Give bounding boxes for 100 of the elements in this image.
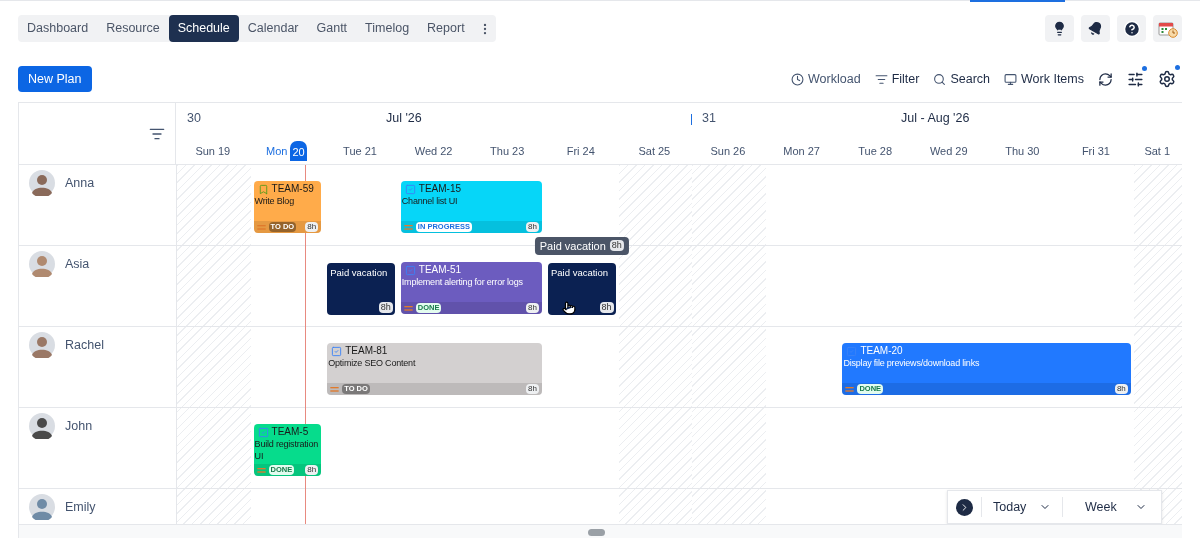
week-number: 31 bbox=[701, 109, 717, 127]
day-number: 23 bbox=[512, 143, 525, 159]
day-label: Wed bbox=[929, 143, 953, 159]
day-label: Thu bbox=[1005, 143, 1025, 159]
day-number: 21 bbox=[364, 143, 377, 159]
filter-icon bbox=[874, 72, 888, 86]
priority-icon bbox=[256, 224, 266, 230]
priority-icon bbox=[256, 467, 266, 473]
day-label: Sun bbox=[710, 143, 731, 159]
scrollbar-thumb[interactable] bbox=[588, 529, 605, 536]
chevron-right-icon bbox=[959, 501, 970, 513]
task-key: TEAM-81 bbox=[345, 345, 388, 357]
task-title: Implement alerting for error logs bbox=[400, 276, 524, 289]
today-dropdown[interactable]: Today bbox=[982, 497, 1062, 517]
avatar bbox=[29, 332, 55, 358]
day-number: 22 bbox=[440, 143, 453, 159]
day-number: 24 bbox=[582, 143, 595, 159]
view-dropdown[interactable]: Week bbox=[1063, 497, 1159, 517]
task-key: TEAM-5 bbox=[271, 426, 309, 438]
checkbox-icon bbox=[846, 345, 858, 357]
hand-cursor-icon bbox=[562, 301, 576, 315]
day-number: 30 bbox=[1027, 143, 1040, 159]
week-label: Jul - Aug '26 bbox=[901, 109, 970, 127]
task-key: TEAM-20 bbox=[860, 345, 903, 357]
nav-tab[interactable]: Dashboard bbox=[18, 15, 98, 42]
hours-badge: 8h bbox=[526, 303, 539, 313]
checkbox-icon bbox=[404, 183, 416, 195]
person-name: Asia bbox=[65, 256, 90, 273]
hours-badge: 8h bbox=[1114, 384, 1128, 394]
nav-tab[interactable]: Timelog bbox=[356, 15, 419, 42]
priority-icon bbox=[845, 386, 855, 392]
toolbar-button[interactable]: Workload bbox=[791, 69, 861, 89]
day-label: Mon bbox=[783, 143, 805, 159]
hours-badge: 8h bbox=[305, 222, 319, 232]
day-label: Thu bbox=[490, 143, 510, 159]
day-number: 27 bbox=[807, 143, 820, 159]
help-icon bbox=[1122, 19, 1141, 38]
hours-badge: 8h bbox=[526, 384, 539, 394]
vacation-title: Paid vacation bbox=[329, 266, 389, 279]
toolbar-button[interactable]: Work Items bbox=[1004, 69, 1084, 89]
day-label: Mon bbox=[266, 143, 288, 159]
toolbar-button[interactable]: Search bbox=[933, 69, 990, 89]
day-label: Sat bbox=[1144, 143, 1161, 159]
week-label: Jul '26 bbox=[386, 109, 422, 127]
tooltip-text: Paid vacation bbox=[539, 238, 606, 254]
checkbox-icon bbox=[331, 345, 343, 357]
task-title: Channel list UI bbox=[400, 195, 459, 208]
clock-icon bbox=[791, 72, 805, 86]
priority-icon bbox=[403, 224, 413, 230]
today-badge: 20 bbox=[290, 140, 307, 161]
nav-tab[interactable]: Calendar bbox=[238, 15, 308, 42]
dropdown-value: Week bbox=[1085, 498, 1117, 516]
lightbulb-icon bbox=[1052, 21, 1067, 36]
nav-tab[interactable]: Schedule bbox=[168, 15, 239, 42]
week-number: 30 bbox=[186, 109, 202, 127]
checkbox-icon bbox=[404, 264, 416, 276]
bookmark-icon bbox=[257, 183, 269, 195]
person-name: Rachel bbox=[65, 337, 104, 354]
toolbar-button[interactable]: Filter bbox=[874, 69, 920, 89]
day-number: 29 bbox=[955, 143, 968, 159]
avatar bbox=[29, 251, 55, 277]
task-title: Write Blog bbox=[253, 195, 295, 208]
priority-icon bbox=[330, 386, 340, 392]
task-key: TEAM-51 bbox=[418, 264, 462, 276]
refresh-icon[interactable] bbox=[1098, 71, 1113, 87]
day-label: Fri bbox=[1081, 143, 1095, 159]
task-title: Display file previews/download links bbox=[842, 357, 981, 370]
person-name: Emily bbox=[65, 499, 96, 516]
day-label: Wed bbox=[414, 143, 438, 159]
day-label: Tue bbox=[343, 143, 362, 159]
nav-tab[interactable]: Gantt bbox=[307, 15, 357, 42]
avatar bbox=[29, 494, 55, 520]
next-button[interactable] bbox=[956, 498, 973, 516]
hours-badge: 8h bbox=[305, 465, 319, 475]
lightbulb-button[interactable] bbox=[1045, 15, 1074, 42]
bell-button[interactable] bbox=[1081, 15, 1110, 42]
new-plan-button[interactable]: New Plan bbox=[18, 66, 92, 92]
sliders-icon[interactable] bbox=[1127, 70, 1144, 88]
day-label: Sat bbox=[638, 143, 655, 159]
avatar bbox=[29, 413, 55, 439]
search-icon bbox=[933, 72, 947, 86]
day-label: Fri bbox=[566, 143, 580, 159]
vacation-card[interactable]: Paid vacation 8h bbox=[327, 263, 395, 315]
hours-badge: 8h bbox=[378, 302, 393, 313]
task-title: Optimize SEO Content bbox=[327, 357, 417, 370]
hours-badge: 8h bbox=[599, 302, 614, 313]
day-label: Sun bbox=[195, 143, 215, 159]
calendar-clock-button[interactable] bbox=[1153, 15, 1182, 42]
day-number: 25 bbox=[658, 143, 671, 159]
task-key: TEAM-15 bbox=[418, 183, 462, 195]
dropdown-value: Today bbox=[993, 498, 1027, 516]
nav-tab[interactable]: Resource bbox=[97, 15, 169, 42]
settings-icon[interactable] bbox=[1158, 70, 1176, 88]
help-button[interactable] bbox=[1117, 15, 1146, 42]
calendar-clock-icon bbox=[1157, 19, 1178, 38]
day-number: 31 bbox=[1097, 143, 1110, 159]
nav-tab[interactable]: Report bbox=[418, 15, 474, 42]
task-key: TEAM-59 bbox=[271, 183, 314, 195]
person-name: John bbox=[65, 418, 93, 435]
vacation-title: Paid vacation bbox=[550, 266, 610, 279]
